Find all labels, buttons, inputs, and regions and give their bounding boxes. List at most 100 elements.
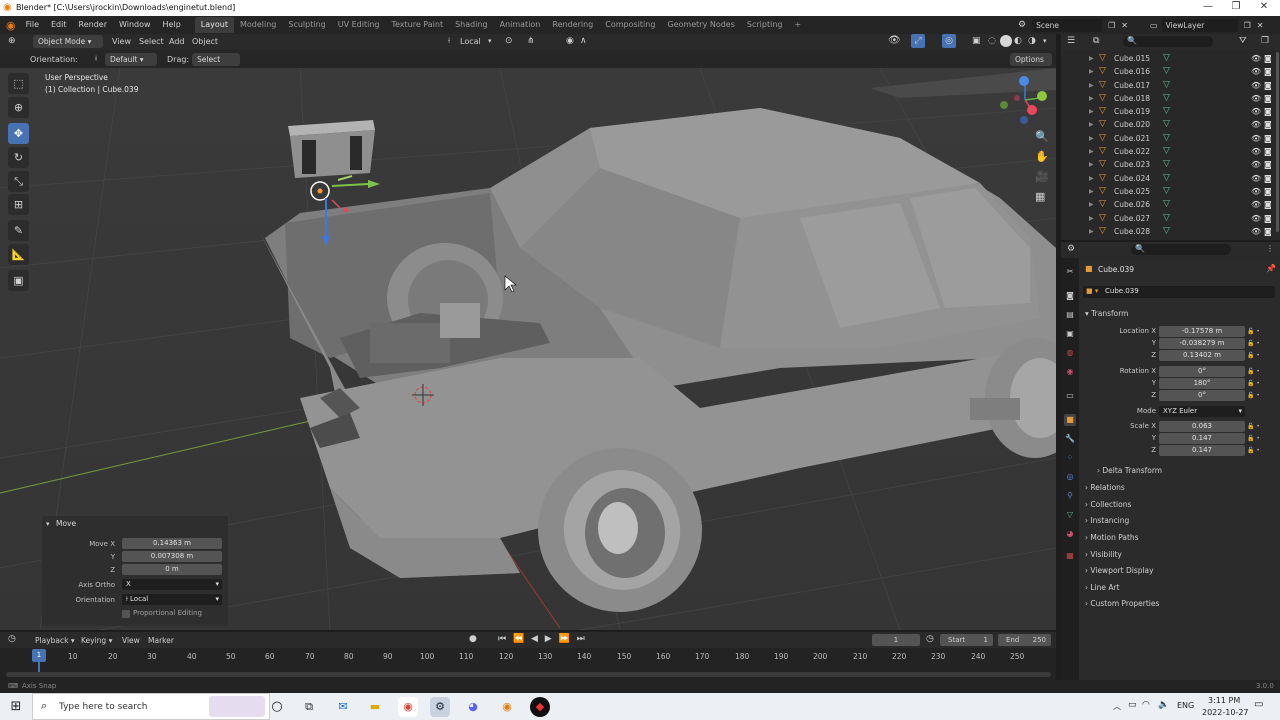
task-view-icon[interactable]: ⧉	[299, 697, 319, 717]
axis-ortho-dropdown[interactable]: X ▾	[122, 579, 222, 590]
blender-menu-icon[interactable]: ◉	[0, 19, 20, 32]
mesh-data-icon[interactable]: ▽	[1163, 65, 1170, 78]
expand-icon[interactable]: ▶	[1089, 132, 1094, 145]
falloff-icon[interactable]: ∧	[580, 36, 587, 46]
pin-icon[interactable]: 📌	[1266, 264, 1276, 273]
render-camera-icon[interactable]: ◙	[1264, 79, 1272, 92]
tab-animation[interactable]: Animation	[494, 17, 547, 33]
outliner-row[interactable]: ▶ ▽ Cube.015 ▽ 👁 ◙	[1061, 52, 1280, 65]
close-window-button[interactable]: ✕	[1250, 1, 1278, 12]
tab-layout[interactable]: Layout	[194, 17, 234, 33]
expand-icon[interactable]: ▶	[1089, 145, 1094, 158]
mesh-data-icon[interactable]: ▽	[1163, 92, 1170, 105]
render-camera-icon[interactable]: ◙	[1264, 172, 1272, 185]
visibility-icon[interactable]: 👁	[888, 35, 901, 46]
overlays-toggle-icon[interactable]: ◎	[942, 34, 956, 48]
menu-select[interactable]: Select	[139, 37, 164, 46]
panel-collapse-icon[interactable]: ▾	[46, 520, 50, 528]
tab-shading[interactable]: Shading	[449, 17, 494, 33]
eye-icon[interactable]: 👁	[1251, 65, 1261, 78]
wireframe-shading-icon[interactable]: ◌	[988, 36, 996, 46]
lock-icon[interactable]: 🔓 •	[1247, 338, 1260, 350]
outliner-row[interactable]: ▶ ▽ Cube.016 ▽ 👁 ◙	[1061, 65, 1280, 78]
end-frame-field[interactable]: End 250	[998, 634, 1051, 646]
eye-icon[interactable]: 👁	[1251, 92, 1261, 105]
new-view-layer-icon[interactable]: ❐	[1244, 21, 1251, 30]
eye-icon[interactable]: 👁	[1251, 52, 1261, 65]
menu-render[interactable]: Render	[73, 16, 113, 34]
move-z-field[interactable]: 0 m	[122, 564, 222, 575]
material-shading-icon[interactable]: ◐	[1014, 36, 1022, 46]
mode-selector[interactable]: Object Mode ▾	[33, 35, 103, 48]
collection-tab-icon[interactable]: ▭	[1064, 390, 1076, 402]
properties-options-icon[interactable]: ⋮	[1266, 244, 1274, 253]
chrome-icon[interactable]: ◉	[398, 697, 418, 717]
properties-editor-icon[interactable]: ⚙	[1067, 244, 1075, 254]
new-collection-icon[interactable]: ❐	[1261, 36, 1269, 46]
rendered-shading-icon[interactable]: ◑	[1028, 36, 1036, 46]
expand-icon[interactable]: ▶	[1089, 172, 1094, 185]
view-layer-tab-icon[interactable]: ▣	[1064, 328, 1076, 340]
expand-icon[interactable]: ▶	[1089, 105, 1094, 118]
menu-keying[interactable]: Keying ▾	[81, 636, 112, 645]
solid-shading-icon[interactable]	[1000, 35, 1012, 47]
add-cube-tool-icon[interactable]: ▣	[8, 270, 29, 291]
menu-marker[interactable]: Marker	[148, 636, 174, 645]
menu-help[interactable]: Help	[157, 16, 187, 34]
expand-icon[interactable]: ▶	[1089, 212, 1094, 225]
mesh-data-icon[interactable]: ▽	[1163, 132, 1170, 145]
add-workspace-button[interactable]: +	[788, 17, 807, 33]
particles-tab-icon[interactable]: ⁘	[1064, 452, 1076, 464]
render-camera-icon[interactable]: ◙	[1264, 145, 1272, 158]
record-icon[interactable]: ●	[469, 634, 477, 644]
render-camera-icon[interactable]: ◙	[1264, 212, 1272, 225]
tab-scripting[interactable]: Scripting	[741, 17, 789, 33]
render-camera-icon[interactable]: ◙	[1264, 185, 1272, 198]
eye-icon[interactable]: 👁	[1251, 118, 1261, 131]
tab-modeling[interactable]: Modeling	[234, 17, 282, 33]
pan-hand-icon[interactable]: ✋	[1035, 150, 1049, 163]
outliner-row[interactable]: ▶ ▽ Cube.027 ▽ 👁 ◙	[1061, 212, 1280, 225]
visibility-section[interactable]: › Visibility	[1085, 550, 1122, 559]
object-tab-icon[interactable]: ■	[1064, 414, 1076, 426]
scale-z-field[interactable]: 0.147	[1159, 445, 1245, 456]
view-layer-selector[interactable]: ▭ ViewLayer ❐ ✕	[1150, 18, 1263, 32]
mesh-data-icon[interactable]: ▽	[1163, 212, 1170, 225]
windows-start-icon[interactable]: ⊞	[6, 697, 26, 717]
mesh-data-icon[interactable]: ▽	[1163, 52, 1170, 65]
menu-window[interactable]: Window	[113, 16, 157, 34]
tab-geometry-nodes[interactable]: Geometry Nodes	[661, 17, 740, 33]
object-name-field[interactable]: ■ ▾ Cube.039	[1083, 286, 1275, 298]
snap-icon[interactable]: ⋔	[527, 36, 535, 46]
render-camera-icon[interactable]: ◙	[1264, 52, 1272, 65]
taskbar-time[interactable]: 3:11 PM	[1208, 696, 1240, 705]
tab-texture-paint[interactable]: Texture Paint	[385, 17, 449, 33]
rotate-tool-icon[interactable]: ↻	[8, 147, 29, 168]
move-operator-panel[interactable]: ▾ Move Move X 0.14363 m Y 0.007308 m Z 0…	[42, 516, 228, 626]
menu-view[interactable]: View	[112, 37, 131, 46]
location-z-field[interactable]: 0.13402 m	[1159, 350, 1245, 361]
delta-transform-section[interactable]: › Delta Transform	[1097, 466, 1162, 475]
proportional-editing-icon[interactable]: ◉	[566, 36, 574, 46]
shading-dropdown-icon[interactable]: ▾	[1043, 37, 1047, 45]
maximize-button[interactable]: ❐	[1222, 1, 1250, 12]
proportional-editing-checkbox[interactable]	[122, 610, 130, 618]
scale-y-field[interactable]: 0.147	[1159, 433, 1245, 444]
relations-section[interactable]: › Relations	[1085, 483, 1125, 492]
taskbar-date[interactable]: 2022-10-27	[1202, 708, 1249, 717]
lock-icon[interactable]: 🔓 •	[1247, 445, 1260, 457]
xray-icon[interactable]: ▣	[972, 36, 981, 46]
volume-icon[interactable]: 🔈	[1158, 700, 1169, 710]
custom-properties-section[interactable]: › Custom Properties	[1085, 599, 1159, 608]
menu-object[interactable]: Object	[192, 37, 218, 46]
rotation-y-field[interactable]: 180°	[1159, 378, 1245, 389]
render-camera-icon[interactable]: ◙	[1264, 92, 1272, 105]
motion-paths-section[interactable]: › Motion Paths	[1085, 533, 1139, 542]
notifications-icon[interactable]: ▭	[1254, 699, 1263, 710]
timeline-editor-icon[interactable]: ◷	[8, 634, 16, 644]
rotation-x-field[interactable]: 0°	[1159, 366, 1245, 377]
render-camera-icon[interactable]: ◙	[1264, 105, 1272, 118]
wifi-icon[interactable]: ◠	[1142, 700, 1150, 710]
delete-scene-icon[interactable]: ✕	[1121, 21, 1128, 30]
menu-timeline-view[interactable]: View	[122, 636, 140, 645]
